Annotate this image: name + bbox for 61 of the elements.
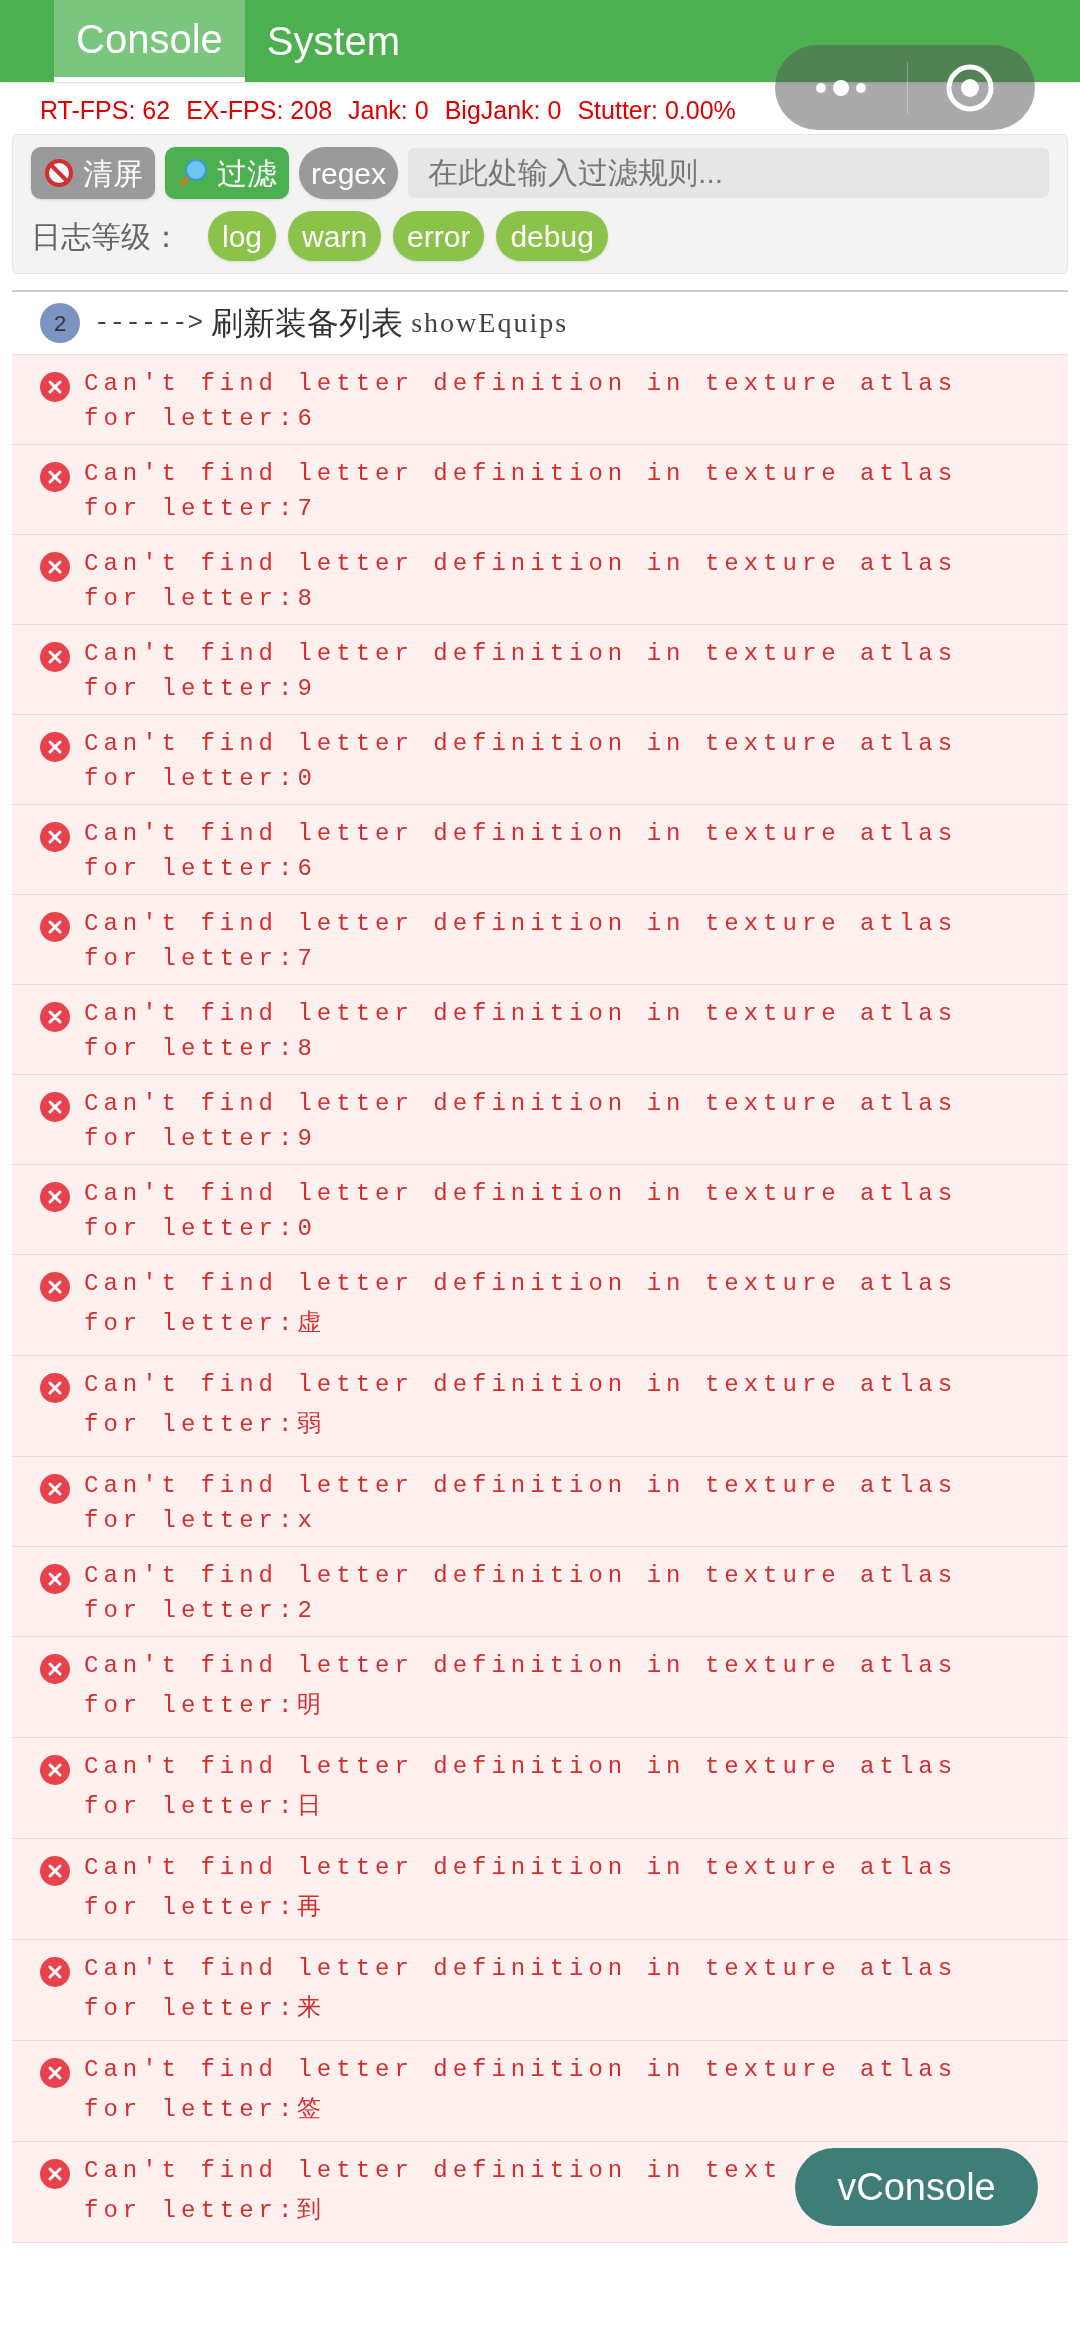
error-detail: for letter:到 bbox=[84, 2196, 328, 2226]
vconsole-button[interactable]: vConsole bbox=[795, 2148, 1038, 2226]
error-message: Can't find letter definition in texture atlas bbox=[84, 1269, 958, 1299]
error-detail: for letter:签 bbox=[84, 2095, 328, 2125]
perf-stat: Stutter: 0.00% bbox=[577, 95, 736, 126]
error-message: Can't find letter definition in texture atlas bbox=[84, 459, 958, 489]
error-detail: for letter:7 bbox=[84, 494, 318, 524]
filter-button[interactable]: 过滤 bbox=[165, 147, 289, 199]
error-message: Can't find letter definition in texture atlas bbox=[84, 369, 958, 399]
filter-field[interactable]: 在此处输入过滤规则... bbox=[408, 148, 1049, 198]
log-text: 刷新装备列表 bbox=[211, 304, 404, 343]
error-detail: for letter:6 bbox=[84, 854, 318, 884]
error-message: Can't find letter definition in texture atlas bbox=[84, 639, 958, 669]
log-arrow: ------> bbox=[94, 306, 204, 340]
error-message: Can't find letter definition in texture atlas bbox=[84, 2055, 958, 2085]
log-code: showEquips bbox=[411, 306, 569, 340]
error-message: Can't find letter definition in texture atlas bbox=[84, 549, 958, 579]
error-detail: for letter:0 bbox=[84, 764, 318, 794]
perf-stat: Jank: 0 bbox=[348, 95, 429, 126]
error-detail: for letter:再 bbox=[84, 1893, 328, 1923]
perf-stat: EX-FPS: 208 bbox=[186, 95, 333, 126]
error-detail: for letter:2 bbox=[84, 1596, 318, 1626]
error-message: Can't find letter definition in texture atlas bbox=[84, 1471, 958, 1501]
level-filter-chip[interactable]: log bbox=[208, 211, 277, 261]
error-detail: for letter:0 bbox=[84, 1214, 318, 1244]
error-message: Can't find letter definition in texture atlas bbox=[84, 1370, 958, 1400]
error-detail: for letter:9 bbox=[84, 674, 318, 704]
error-message: Can't find letter definition in texture atlas bbox=[84, 1561, 958, 1591]
error-detail: for letter:来 bbox=[84, 1994, 328, 2024]
error-detail: for letter:日 bbox=[84, 1792, 328, 1822]
error-message: Can't find letter definition in texture atlas bbox=[84, 1853, 958, 1883]
error-message: Can't find letter definition in texture atlas bbox=[84, 1752, 958, 1782]
level-filter-chip[interactable]: debug bbox=[496, 211, 608, 261]
error-message: Can't find letter definition in texture atlas bbox=[84, 1179, 958, 1209]
error-message: Can't find letter definition in texture atlas bbox=[84, 999, 958, 1029]
clear-button[interactable]: 清屏 bbox=[31, 147, 155, 199]
perf-stat: RT-FPS: 62 bbox=[40, 95, 171, 126]
error-detail: for letter:虚 bbox=[84, 1309, 328, 1339]
error-detail: for letter:x bbox=[84, 1506, 318, 1536]
tab[interactable]: System bbox=[244, 0, 423, 82]
regex-button[interactable]: regex bbox=[299, 147, 399, 199]
error-message: Can't find letter definition in texture atlas bbox=[84, 1954, 958, 1984]
error-message: Can't find letter definition in texture atlas bbox=[84, 729, 958, 759]
error-message: Can't find letter definition in texture atlas bbox=[84, 909, 958, 939]
error-message: Can't find letter definition in text bbox=[84, 2156, 783, 2186]
error-detail: for letter:6 bbox=[84, 404, 318, 434]
error-detail: for letter:8 bbox=[84, 1034, 318, 1064]
error-message: Can't find letter definition in texture atlas bbox=[84, 819, 958, 849]
repeat-count-badge: 2 bbox=[40, 303, 80, 343]
error-detail: for letter:明 bbox=[84, 1691, 328, 1721]
error-detail: for letter:9 bbox=[84, 1124, 318, 1154]
perf-stat: BigJank: 0 bbox=[444, 95, 562, 126]
tab[interactable]: Console bbox=[54, 0, 245, 82]
error-detail: for letter:8 bbox=[84, 584, 318, 614]
error-message: Can't find letter definition in texture atlas bbox=[84, 1089, 958, 1119]
error-detail: for letter:弱 bbox=[84, 1410, 328, 1440]
level-filter-chip[interactable]: error bbox=[393, 211, 485, 261]
level-filter-chip[interactable]: warn bbox=[288, 211, 382, 261]
log-level-label: 日志等级： bbox=[31, 218, 182, 255]
error-message: Can't find letter definition in texture atlas bbox=[84, 1651, 958, 1681]
error-detail: for letter:7 bbox=[84, 944, 318, 974]
